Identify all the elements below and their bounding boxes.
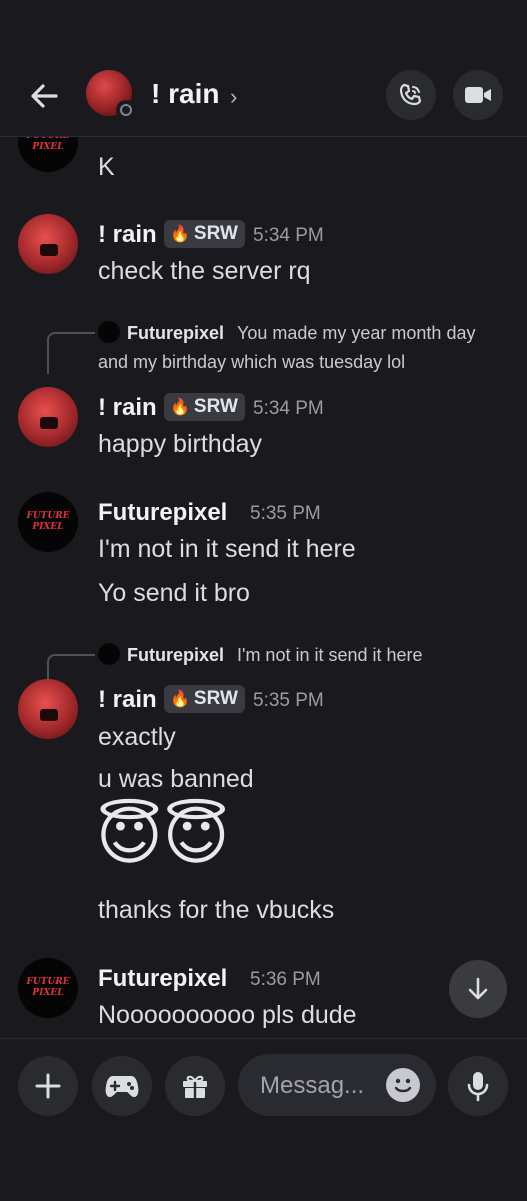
chat-messages[interactable]: FUTURE PIXEL K ! rain 🔥SRW 5:34 PM check… [0, 0, 527, 1040]
gift-button[interactable] [165, 1056, 225, 1116]
reply-preview[interactable]: and my birthday which was tuesday lol [98, 352, 405, 373]
video-call-button[interactable] [453, 70, 503, 120]
plus-icon [35, 1073, 61, 1099]
message-input[interactable] [258, 1067, 382, 1105]
avatar-rain[interactable] [18, 679, 78, 739]
phone-call-icon [399, 83, 422, 106]
gift-icon [183, 1075, 207, 1098]
reply-avatar [98, 643, 120, 665]
timestamp: 5:34 PM [253, 225, 324, 246]
jump-to-present-button[interactable] [449, 960, 507, 1018]
timestamp: 5:36 PM [250, 969, 321, 990]
avatar-rain[interactable] [18, 387, 78, 447]
back-button[interactable] [26, 78, 62, 114]
message-text: exactly [98, 723, 176, 751]
avatar-futurepixel[interactable]: FUTURE PIXEL [18, 958, 78, 1018]
emoji-message: 😇😇 [96, 800, 230, 874]
status-indicator [116, 100, 136, 120]
message-text: K [98, 153, 115, 181]
avatar-text: FUTURE [26, 977, 70, 987]
channel-header: ! rain › [0, 0, 527, 137]
server-tag-badge[interactable]: 🔥 SRW [164, 685, 245, 713]
avatar-rain[interactable] [18, 214, 78, 274]
flame-icon: 🔥 [170, 399, 190, 416]
message-text: happy birthday [98, 430, 263, 458]
server-tag-badge[interactable]: 🔥 SRW [164, 220, 245, 248]
timestamp: 5:34 PM [253, 398, 324, 419]
timestamp: 5:35 PM [250, 503, 321, 524]
author-name[interactable]: ! rain [98, 221, 157, 249]
author-name[interactable]: Futurepixel [98, 965, 227, 993]
avatar-futurepixel[interactable]: FUTURE PIXEL [18, 492, 78, 552]
message-text: check the server rq [98, 257, 311, 285]
message-text: Noooooooooo pls dude [98, 1001, 357, 1029]
video-camera-icon [465, 87, 491, 103]
avatar-text: PIXEL [32, 522, 64, 532]
flame-icon: 🔥 [170, 226, 190, 243]
author-name[interactable]: ! rain [98, 394, 157, 422]
emoji-button[interactable] [386, 1068, 420, 1102]
message-input-box[interactable] [238, 1054, 436, 1116]
server-tag-badge[interactable]: 🔥 SRW [164, 393, 245, 421]
activities-button[interactable] [92, 1056, 152, 1116]
message-text: thanks for the vbucks [98, 896, 335, 924]
message-text: Yo send it bro [98, 579, 250, 607]
attach-button[interactable] [18, 1056, 78, 1116]
voice-call-button[interactable] [386, 70, 436, 120]
smile-icon [394, 1078, 412, 1093]
author-name[interactable]: Futurepixel [98, 499, 227, 527]
reply-avatar [98, 321, 120, 343]
timestamp: 5:35 PM [253, 690, 324, 711]
back-arrow-icon [31, 84, 58, 108]
reply-author[interactable]: Futurepixel [127, 323, 224, 344]
avatar-text: PIXEL [32, 988, 64, 998]
message-composer-bar [0, 1038, 527, 1201]
reply-author[interactable]: Futurepixel [127, 645, 224, 666]
message-text: u was banned [98, 765, 254, 793]
voice-message-button[interactable] [448, 1056, 508, 1116]
chevron-right-icon[interactable]: › [230, 84, 237, 110]
microphone-icon [467, 1072, 489, 1102]
reply-preview[interactable]: I'm not in it send it here [237, 645, 423, 666]
avatar-text: FUTURE [26, 511, 70, 521]
flame-icon: 🔥 [170, 691, 190, 708]
gamepad-icon [105, 1076, 139, 1097]
reply-preview[interactable]: You made my year month day [237, 323, 475, 344]
reply-connector [47, 332, 95, 374]
dm-title[interactable]: ! rain [151, 78, 219, 110]
arrow-down-icon [468, 977, 488, 1000]
author-name[interactable]: ! rain [98, 686, 157, 714]
avatar-text: PIXEL [32, 142, 64, 152]
message-text: I'm not in it send it here [98, 535, 356, 563]
